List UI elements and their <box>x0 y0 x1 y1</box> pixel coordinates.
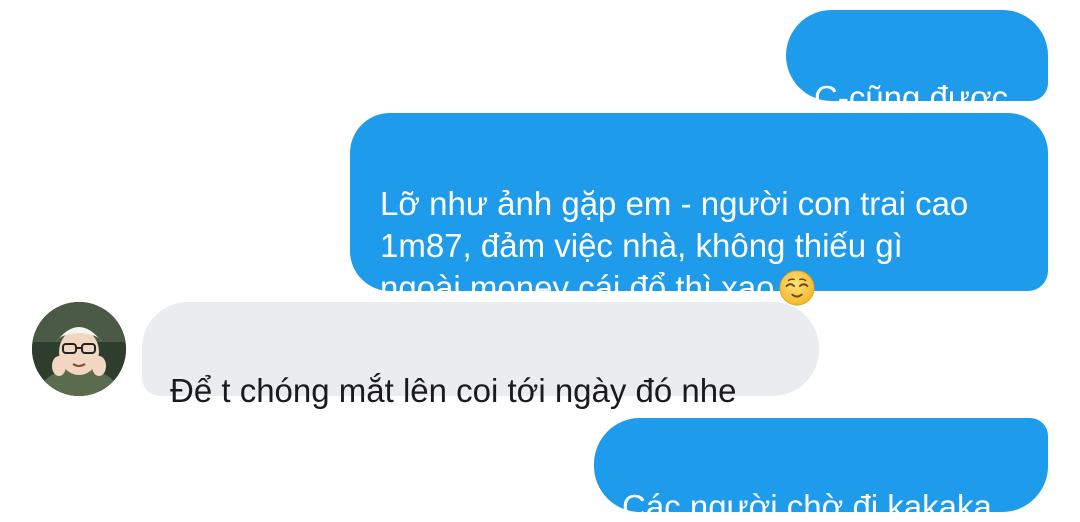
avatar[interactable] <box>32 302 126 396</box>
user-avatar-icon <box>32 302 126 396</box>
message-text: Các người chờ đi kakaka <box>622 488 992 522</box>
message-text: C-cũng được <box>814 79 1009 116</box>
message-bubble-incoming[interactable]: Để t chóng mắt lên coi tới ngày đó nhe <box>142 302 819 409</box>
message-text: Lỡ như ảnh gặp em - người con trai cao 1… <box>380 185 969 306</box>
relieved-face-icon <box>779 270 815 306</box>
message-bubble-outgoing[interactable]: Các người chờ đi kakaka <box>594 418 1048 522</box>
message-bubble-outgoing[interactable]: C-cũng được <box>786 10 1048 116</box>
message-text: Để t chóng mắt lên coi tới ngày đó nhe <box>170 372 737 409</box>
message-bubble-outgoing[interactable]: Lỡ như ảnh gặp em - người con trai cao 1… <box>350 113 1048 306</box>
chat-thread: C-cũng được Lỡ như ảnh gặp em - người co… <box>0 0 1080 522</box>
